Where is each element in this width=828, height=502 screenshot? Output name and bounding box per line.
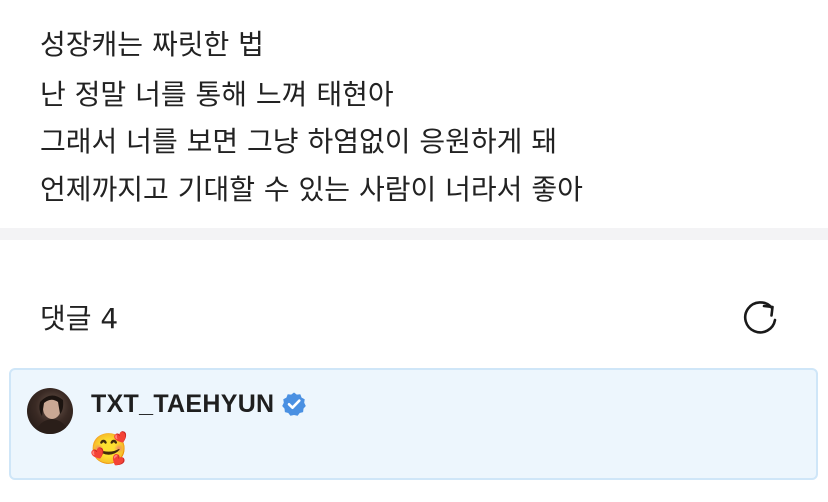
- post-body: 성장캐는 짜릿한 법 난 정말 너를 통해 느껴 태현아 그래서 너를 보면 그…: [0, 0, 828, 228]
- post-line: 성장캐는 짜릿한 법: [40, 28, 264, 61]
- post-line: 난 정말 너를 통해 느껴 태현아: [40, 78, 394, 111]
- avatar-image: [35, 395, 69, 434]
- comment-author-name[interactable]: TXT_TAEHYUN: [91, 389, 274, 419]
- refresh-button[interactable]: [738, 295, 784, 341]
- comment-item[interactable]: TXT_TAEHYUN 🥰: [9, 368, 818, 480]
- avatar[interactable]: [27, 388, 73, 434]
- post-line: 그래서 너를 보면 그냥 하염없이 응원하게 돼: [40, 125, 558, 158]
- section-divider: [0, 228, 828, 240]
- post-line: 언제까지고 기대할 수 있는 사람이 너라서 좋아: [40, 173, 583, 206]
- refresh-icon: [743, 301, 777, 334]
- verified-badge-icon: [281, 391, 307, 417]
- comment-author-row: TXT_TAEHYUN: [91, 388, 307, 420]
- comments-header: 댓글 4: [0, 240, 828, 362]
- comments-count-label: 댓글 4: [40, 302, 119, 335]
- comment-text: 🥰: [90, 432, 128, 467]
